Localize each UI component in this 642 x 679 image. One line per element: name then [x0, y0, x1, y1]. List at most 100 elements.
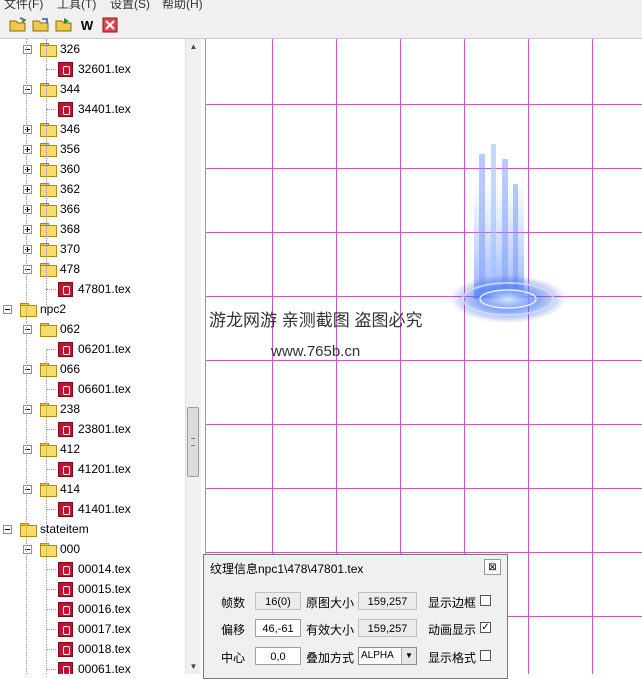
- tree-file-row[interactable]: 06201.tex: [0, 340, 185, 360]
- collapse-icon[interactable]: [23, 545, 32, 554]
- show-format-label: 显示格式: [428, 651, 477, 665]
- menu-help[interactable]: 帮助(H): [162, 0, 203, 12]
- menu-tools[interactable]: 工具(T): [57, 0, 96, 12]
- collapse-icon[interactable]: [23, 405, 32, 414]
- tree-item-label: 326: [60, 42, 81, 56]
- expand-icon[interactable]: [23, 205, 32, 214]
- tree-item-label: 370: [60, 242, 81, 256]
- grid-line-h: [206, 104, 642, 105]
- close-icon[interactable]: ⊠: [484, 559, 501, 575]
- tree-connector: [46, 569, 56, 570]
- tree-file-row[interactable]: 00015.tex: [0, 580, 185, 600]
- collapse-icon[interactable]: [3, 305, 12, 314]
- tree-folder-row[interactable]: 478: [0, 260, 185, 280]
- tree-file-row[interactable]: 41201.tex: [0, 460, 185, 480]
- tex-file-icon: [58, 62, 73, 77]
- tex-file-icon: [58, 662, 73, 674]
- tex-file-icon: [58, 502, 73, 517]
- tree-folder-row[interactable]: 356: [0, 140, 185, 160]
- tree-file-row[interactable]: 00018.tex: [0, 640, 185, 660]
- open-file-icon[interactable]: [32, 16, 50, 34]
- offset-input[interactable]: 46,-61: [255, 619, 301, 637]
- export-icon[interactable]: [55, 16, 73, 34]
- grid-line-h: [206, 232, 642, 233]
- grid-line-h: [206, 168, 642, 169]
- tree-folder-row[interactable]: 000: [0, 540, 185, 560]
- tree-connector: [46, 69, 56, 70]
- grid-line-v: [528, 39, 529, 674]
- tree-file-row[interactable]: 34401.tex: [0, 100, 185, 120]
- menu-file[interactable]: 文件(F): [4, 0, 43, 12]
- collapse-icon[interactable]: [23, 485, 32, 494]
- tree-folder-row[interactable]: 368: [0, 220, 185, 240]
- collapse-icon[interactable]: [23, 365, 32, 374]
- collapse-icon[interactable]: [23, 265, 32, 274]
- center-input[interactable]: 0,0: [255, 647, 301, 665]
- tree-folder-row[interactable]: 414: [0, 480, 185, 500]
- tree-folder-row[interactable]: 238: [0, 400, 185, 420]
- collapse-icon[interactable]: [23, 85, 32, 94]
- tree-item-label: 368: [60, 222, 81, 236]
- tex-file-icon: [58, 622, 73, 637]
- tree-folder-row[interactable]: 346: [0, 120, 185, 140]
- tree-item-label: 346: [60, 122, 81, 136]
- tree-item-label: 00017.tex: [78, 622, 131, 636]
- expand-icon[interactable]: [23, 245, 32, 254]
- expand-icon[interactable]: [23, 225, 32, 234]
- expand-icon[interactable]: [23, 145, 32, 154]
- open-folder-icon[interactable]: [9, 16, 27, 34]
- tree-file-row[interactable]: 00014.tex: [0, 560, 185, 580]
- tree-scrollbar[interactable]: ▲ ▼: [185, 39, 201, 674]
- tree-folder-row[interactable]: stateitem: [0, 520, 185, 540]
- folder-icon: [40, 83, 57, 97]
- w-icon[interactable]: W: [78, 16, 96, 34]
- blend-select[interactable]: ALPHA ▼: [358, 647, 417, 665]
- tree-item-label: 32601.tex: [78, 62, 131, 76]
- show-format-checkbox[interactable]: [480, 650, 491, 661]
- settings-icon[interactable]: [101, 16, 119, 34]
- tree-file-row[interactable]: 41401.tex: [0, 500, 185, 520]
- tree-file-row[interactable]: 00061.tex: [0, 660, 185, 674]
- scroll-thumb[interactable]: [187, 407, 199, 477]
- tree-file-row[interactable]: 23801.tex: [0, 420, 185, 440]
- tree-item-label: 00014.tex: [78, 562, 131, 576]
- anim-checkbox[interactable]: ✓: [480, 622, 491, 633]
- expand-icon[interactable]: [23, 185, 32, 194]
- tex-file-icon: [58, 422, 73, 437]
- tree-folder-row[interactable]: npc2: [0, 300, 185, 320]
- scroll-up-arrow-icon[interactable]: ▲: [186, 39, 201, 54]
- tree-item-label: 23801.tex: [78, 422, 131, 436]
- tree-file-row[interactable]: 06601.tex: [0, 380, 185, 400]
- tree-item-label: 00015.tex: [78, 582, 131, 596]
- tree-folder-row[interactable]: 062: [0, 320, 185, 340]
- tree-item-label: 066: [60, 362, 81, 376]
- collapse-icon[interactable]: [23, 45, 32, 54]
- scroll-down-arrow-icon[interactable]: ▼: [186, 659, 201, 674]
- blend-select-value: ALPHA: [361, 650, 394, 661]
- chevron-down-icon[interactable]: ▼: [401, 648, 416, 664]
- tree-folder-row[interactable]: 066: [0, 360, 185, 380]
- tree-folder-row[interactable]: 366: [0, 200, 185, 220]
- expand-icon[interactable]: [23, 125, 32, 134]
- tree-file-row[interactable]: 47801.tex: [0, 280, 185, 300]
- tree-file-row[interactable]: 32601.tex: [0, 60, 185, 80]
- tree-connector: [46, 649, 56, 650]
- tree-file-row[interactable]: 00016.tex: [0, 600, 185, 620]
- collapse-icon[interactable]: [3, 525, 12, 534]
- tree-folder-row[interactable]: 326: [0, 40, 185, 60]
- folder-icon: [40, 243, 57, 257]
- grid-line-h: [206, 552, 642, 553]
- tree-file-row[interactable]: 00017.tex: [0, 620, 185, 640]
- collapse-icon[interactable]: [23, 325, 32, 334]
- collapse-icon[interactable]: [23, 445, 32, 454]
- folder-icon: [40, 143, 57, 157]
- show-border-checkbox[interactable]: [480, 595, 491, 606]
- expand-icon[interactable]: [23, 165, 32, 174]
- tree-folder-row[interactable]: 362: [0, 180, 185, 200]
- tree-folder-row[interactable]: 412: [0, 440, 185, 460]
- menu-settings[interactable]: 设置(S): [110, 0, 150, 12]
- tree-folder-row[interactable]: 370: [0, 240, 185, 260]
- tree-folder-row[interactable]: 344: [0, 80, 185, 100]
- folder-icon: [40, 163, 57, 177]
- tree-folder-row[interactable]: 360: [0, 160, 185, 180]
